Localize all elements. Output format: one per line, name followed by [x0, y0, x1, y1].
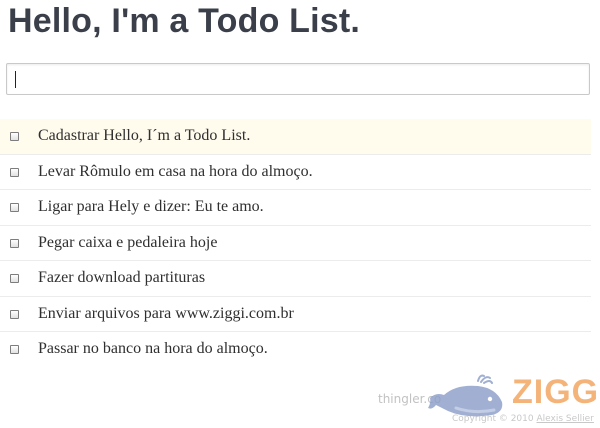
- todo-checkbox[interactable]: [10, 309, 19, 319]
- todo-checkbox[interactable]: [10, 238, 19, 248]
- todo-list: Cadastrar Hello, I´m a Todo List. Levar …: [0, 119, 591, 368]
- watermark-brand: ZIGG: [512, 373, 600, 411]
- todo-label[interactable]: Pegar caixa e pedaleira hoje: [38, 234, 217, 252]
- todo-item[interactable]: Fazer download partituras: [0, 261, 591, 297]
- todo-checkbox[interactable]: [10, 132, 19, 141]
- todo-item[interactable]: Ligar para Hely e dizer: Eu te amo.: [0, 190, 591, 226]
- todo-checkbox[interactable]: [10, 167, 19, 177]
- todo-checkbox[interactable]: [10, 345, 19, 354]
- todo-checkbox[interactable]: [10, 203, 19, 212]
- todo-item[interactable]: Passar no banco na hora do almoço.: [0, 332, 591, 368]
- new-todo-field[interactable]: [7, 64, 589, 94]
- todo-label[interactable]: Fazer download partituras: [38, 269, 205, 287]
- todo-label[interactable]: Cadastrar Hello, I´m a Todo List.: [38, 127, 250, 145]
- todo-item[interactable]: Pegar caixa e pedaleira hoje: [0, 226, 591, 261]
- todo-label[interactable]: Levar Rômulo em casa na hora do almoço.: [38, 163, 313, 181]
- site-watermark: ZIGG: [426, 372, 598, 420]
- new-todo-input[interactable]: [6, 63, 590, 95]
- todo-app: Hello, I'm a Todo List. Cadastrar Hello,…: [0, 0, 600, 428]
- todo-item[interactable]: Cadastrar Hello, I´m a Todo List.: [0, 119, 591, 155]
- todo-label[interactable]: Passar no banco na hora do almoço.: [38, 340, 268, 358]
- text-caret: [15, 71, 16, 88]
- page-title: Hello, I'm a Todo List.: [8, 2, 361, 40]
- todo-checkbox[interactable]: [10, 274, 19, 283]
- todo-item[interactable]: Levar Rômulo em casa na hora do almoço.: [0, 155, 591, 190]
- whale-icon: [428, 374, 503, 417]
- todo-label[interactable]: Ligar para Hely e dizer: Eu te amo.: [38, 198, 264, 216]
- todo-item[interactable]: Enviar arquivos para www.ziggi.com.br: [0, 297, 591, 332]
- todo-label[interactable]: Enviar arquivos para www.ziggi.com.br: [38, 305, 294, 323]
